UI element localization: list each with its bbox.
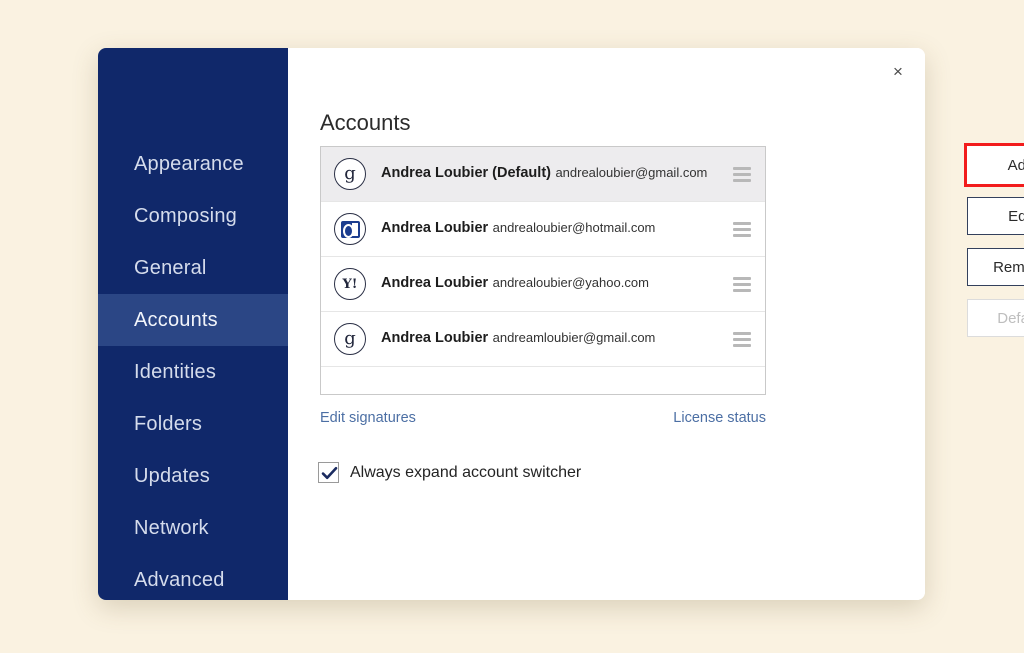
drag-handle-icon[interactable] xyxy=(733,276,757,292)
account-name: Andrea Loubier xyxy=(381,330,489,347)
drag-handle-icon[interactable] xyxy=(733,221,757,237)
account-name: Andrea Loubier xyxy=(381,220,489,237)
add-account-button[interactable]: Add xyxy=(964,143,1024,187)
account-row[interactable]: g Andrea Loubier (Default) andrealoubier… xyxy=(321,147,765,202)
google-icon: g xyxy=(333,157,367,191)
settings-dialog: Appearance Composing General Accounts Id… xyxy=(98,48,1024,600)
sidebar-item-label: Folders xyxy=(134,412,203,435)
sidebar-item-folders[interactable]: Folders xyxy=(98,398,288,450)
sidebar-item-accounts[interactable]: Accounts xyxy=(98,294,288,346)
sidebar-item-general[interactable]: General xyxy=(98,242,288,294)
account-email: andrealoubier@yahoo.com xyxy=(492,275,649,291)
panel-links: Edit signatures License status xyxy=(320,410,766,426)
sidebar-item-label: Updates xyxy=(134,464,210,487)
page-title: Accounts xyxy=(320,110,411,135)
account-name: Andrea Loubier (Default) xyxy=(381,165,551,182)
sidebar-item-appearance[interactable]: Appearance xyxy=(98,138,288,190)
sidebar-item-network[interactable]: Network xyxy=(98,502,288,554)
sidebar-item-label: Appearance xyxy=(134,152,244,175)
yahoo-icon: Y! xyxy=(333,267,367,301)
account-info: Andrea Loubier andrealoubier@hotmail.com xyxy=(381,219,733,239)
sidebar-item-label: General xyxy=(134,256,207,279)
set-default-account-button: Default xyxy=(967,299,1024,337)
settings-content-panel: × Accounts g Andrea Loubier (Default) an… xyxy=(288,48,1024,600)
account-email: andreamloubier@gmail.com xyxy=(492,330,656,346)
always-expand-switcher-label: Always expand account switcher xyxy=(350,463,582,481)
license-status-link[interactable]: License status xyxy=(673,410,766,426)
account-actions: Add Edit Remove Default xyxy=(964,143,1024,337)
account-name: Andrea Loubier xyxy=(381,275,489,292)
account-info: Andrea Loubier andreamloubier@gmail.com xyxy=(381,329,733,349)
check-icon xyxy=(321,466,338,480)
drag-handle-icon[interactable] xyxy=(733,331,757,347)
edit-account-button[interactable]: Edit xyxy=(967,197,1024,235)
account-row[interactable]: Andrea Loubier andrealoubier@hotmail.com xyxy=(321,202,765,257)
always-expand-switcher-row[interactable]: Always expand account switcher xyxy=(318,462,581,483)
close-icon[interactable]: × xyxy=(885,58,911,84)
sidebar-item-label: Accounts xyxy=(134,308,218,331)
edit-signatures-link[interactable]: Edit signatures xyxy=(320,410,416,426)
sidebar-item-composing[interactable]: Composing xyxy=(98,190,288,242)
account-info: Andrea Loubier andrealoubier@yahoo.com xyxy=(381,274,733,294)
sidebar-item-advanced[interactable]: Advanced xyxy=(98,554,288,600)
sidebar-item-label: Identities xyxy=(134,360,217,383)
outlook-icon xyxy=(333,212,367,246)
account-row[interactable]: g Andrea Loubier andreamloubier@gmail.co… xyxy=(321,312,765,367)
settings-sidebar: Appearance Composing General Accounts Id… xyxy=(98,48,288,600)
sidebar-item-identities[interactable]: Identities xyxy=(98,346,288,398)
sidebar-item-label: Network xyxy=(134,516,209,539)
sidebar-item-label: Advanced xyxy=(134,568,225,591)
sidebar-item-updates[interactable]: Updates xyxy=(98,450,288,502)
accounts-list: g Andrea Loubier (Default) andrealoubier… xyxy=(320,146,766,395)
remove-account-button[interactable]: Remove xyxy=(967,248,1024,286)
account-info: Andrea Loubier (Default) andrealoubier@g… xyxy=(381,164,733,184)
always-expand-switcher-checkbox[interactable] xyxy=(318,462,339,483)
google-icon: g xyxy=(333,322,367,356)
account-email: andrealoubier@hotmail.com xyxy=(492,220,656,236)
sidebar-item-label: Composing xyxy=(134,204,237,227)
account-row[interactable]: Y! Andrea Loubier andrealoubier@yahoo.co… xyxy=(321,257,765,312)
drag-handle-icon[interactable] xyxy=(733,166,757,182)
account-email: andrealoubier@gmail.com xyxy=(555,165,708,181)
